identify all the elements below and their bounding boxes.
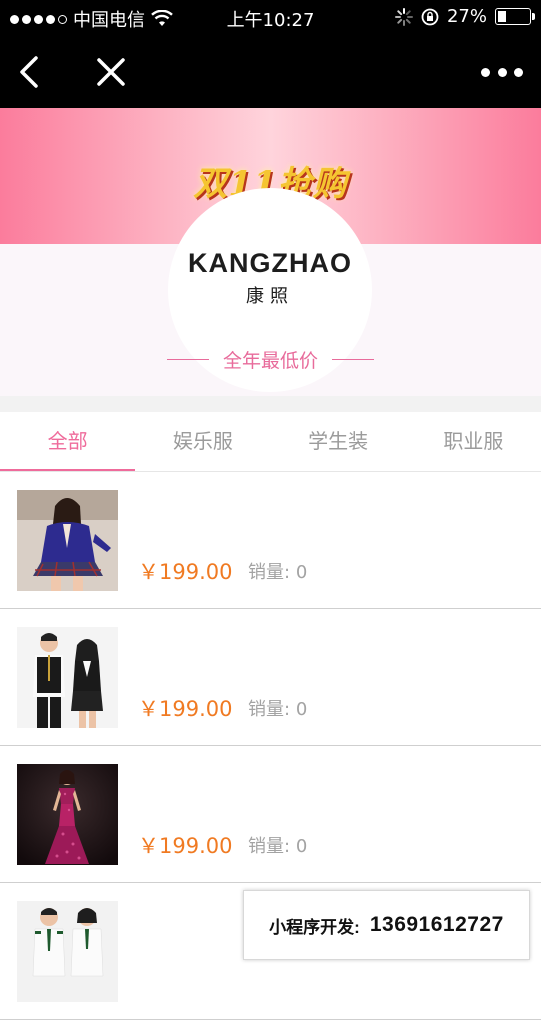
logo-chinese: 康照 bbox=[246, 286, 294, 307]
product-item[interactable]: ￥199.00 销量: 0 bbox=[0, 609, 541, 746]
orientation-lock-icon bbox=[421, 8, 439, 25]
more-dots-icon[interactable] bbox=[481, 58, 523, 86]
product-image[interactable] bbox=[17, 764, 118, 865]
product-item[interactable]: ￥199.00 销量: 0 bbox=[0, 746, 541, 883]
sales-label: 销量: bbox=[248, 562, 291, 583]
slogan-text: 全年最低价 bbox=[222, 350, 318, 372]
tab-student[interactable]: 学生装 bbox=[271, 412, 406, 471]
category-tabs: 全部 娱乐服 学生装 职业服 bbox=[0, 412, 541, 472]
product-price: ￥199.00 bbox=[138, 834, 233, 858]
product-sales: 销量: 0 bbox=[248, 558, 307, 584]
logo-english: KANGZHAO bbox=[188, 248, 352, 278]
product-image[interactable] bbox=[17, 901, 118, 1002]
status-right: 27% bbox=[394, 6, 535, 27]
developer-promo-box[interactable]: 小程序开发: 13691612727 bbox=[243, 890, 530, 960]
product-item[interactable]: ￥199.00 销量: 0 bbox=[0, 472, 541, 609]
product-sales: 销量: 0 bbox=[248, 832, 307, 858]
sales-label: 销量: bbox=[248, 836, 291, 857]
status-bar: 中国电信 上午10:27 27% bbox=[0, 0, 541, 36]
battery-percent: 27% bbox=[446, 6, 487, 27]
banner-slogan: 全年最低价 bbox=[0, 346, 541, 373]
sales-label: 销量: bbox=[248, 699, 291, 720]
product-price: ￥199.00 bbox=[138, 560, 233, 584]
product-sales: 销量: 0 bbox=[248, 695, 307, 721]
tab-professional[interactable]: 职业服 bbox=[406, 412, 541, 471]
product-price: ￥199.00 bbox=[138, 697, 233, 721]
battery-icon bbox=[495, 8, 535, 25]
product-image[interactable] bbox=[17, 490, 118, 591]
section-divider bbox=[0, 396, 541, 412]
battery-level bbox=[498, 11, 506, 22]
tab-entertainment[interactable]: 娱乐服 bbox=[135, 412, 270, 471]
sales-count: 0 bbox=[295, 562, 308, 583]
sales-count: 0 bbox=[295, 699, 308, 720]
product-image[interactable] bbox=[17, 627, 118, 728]
promo-label: 小程序开发: bbox=[269, 917, 360, 937]
sales-count: 0 bbox=[295, 836, 308, 857]
back-arrow-icon[interactable] bbox=[14, 54, 46, 90]
loading-spinner-icon bbox=[394, 7, 413, 26]
slogan-line-left bbox=[166, 358, 209, 361]
nav-bar bbox=[0, 36, 541, 108]
tab-all[interactable]: 全部 bbox=[0, 412, 136, 471]
slogan-line-right bbox=[332, 358, 374, 361]
close-icon[interactable] bbox=[94, 54, 128, 90]
promo-phone: 13691612727 bbox=[369, 913, 504, 936]
promo-banner: 双11抢购 KANGZHAO 康照 全年最低价 bbox=[0, 108, 541, 396]
